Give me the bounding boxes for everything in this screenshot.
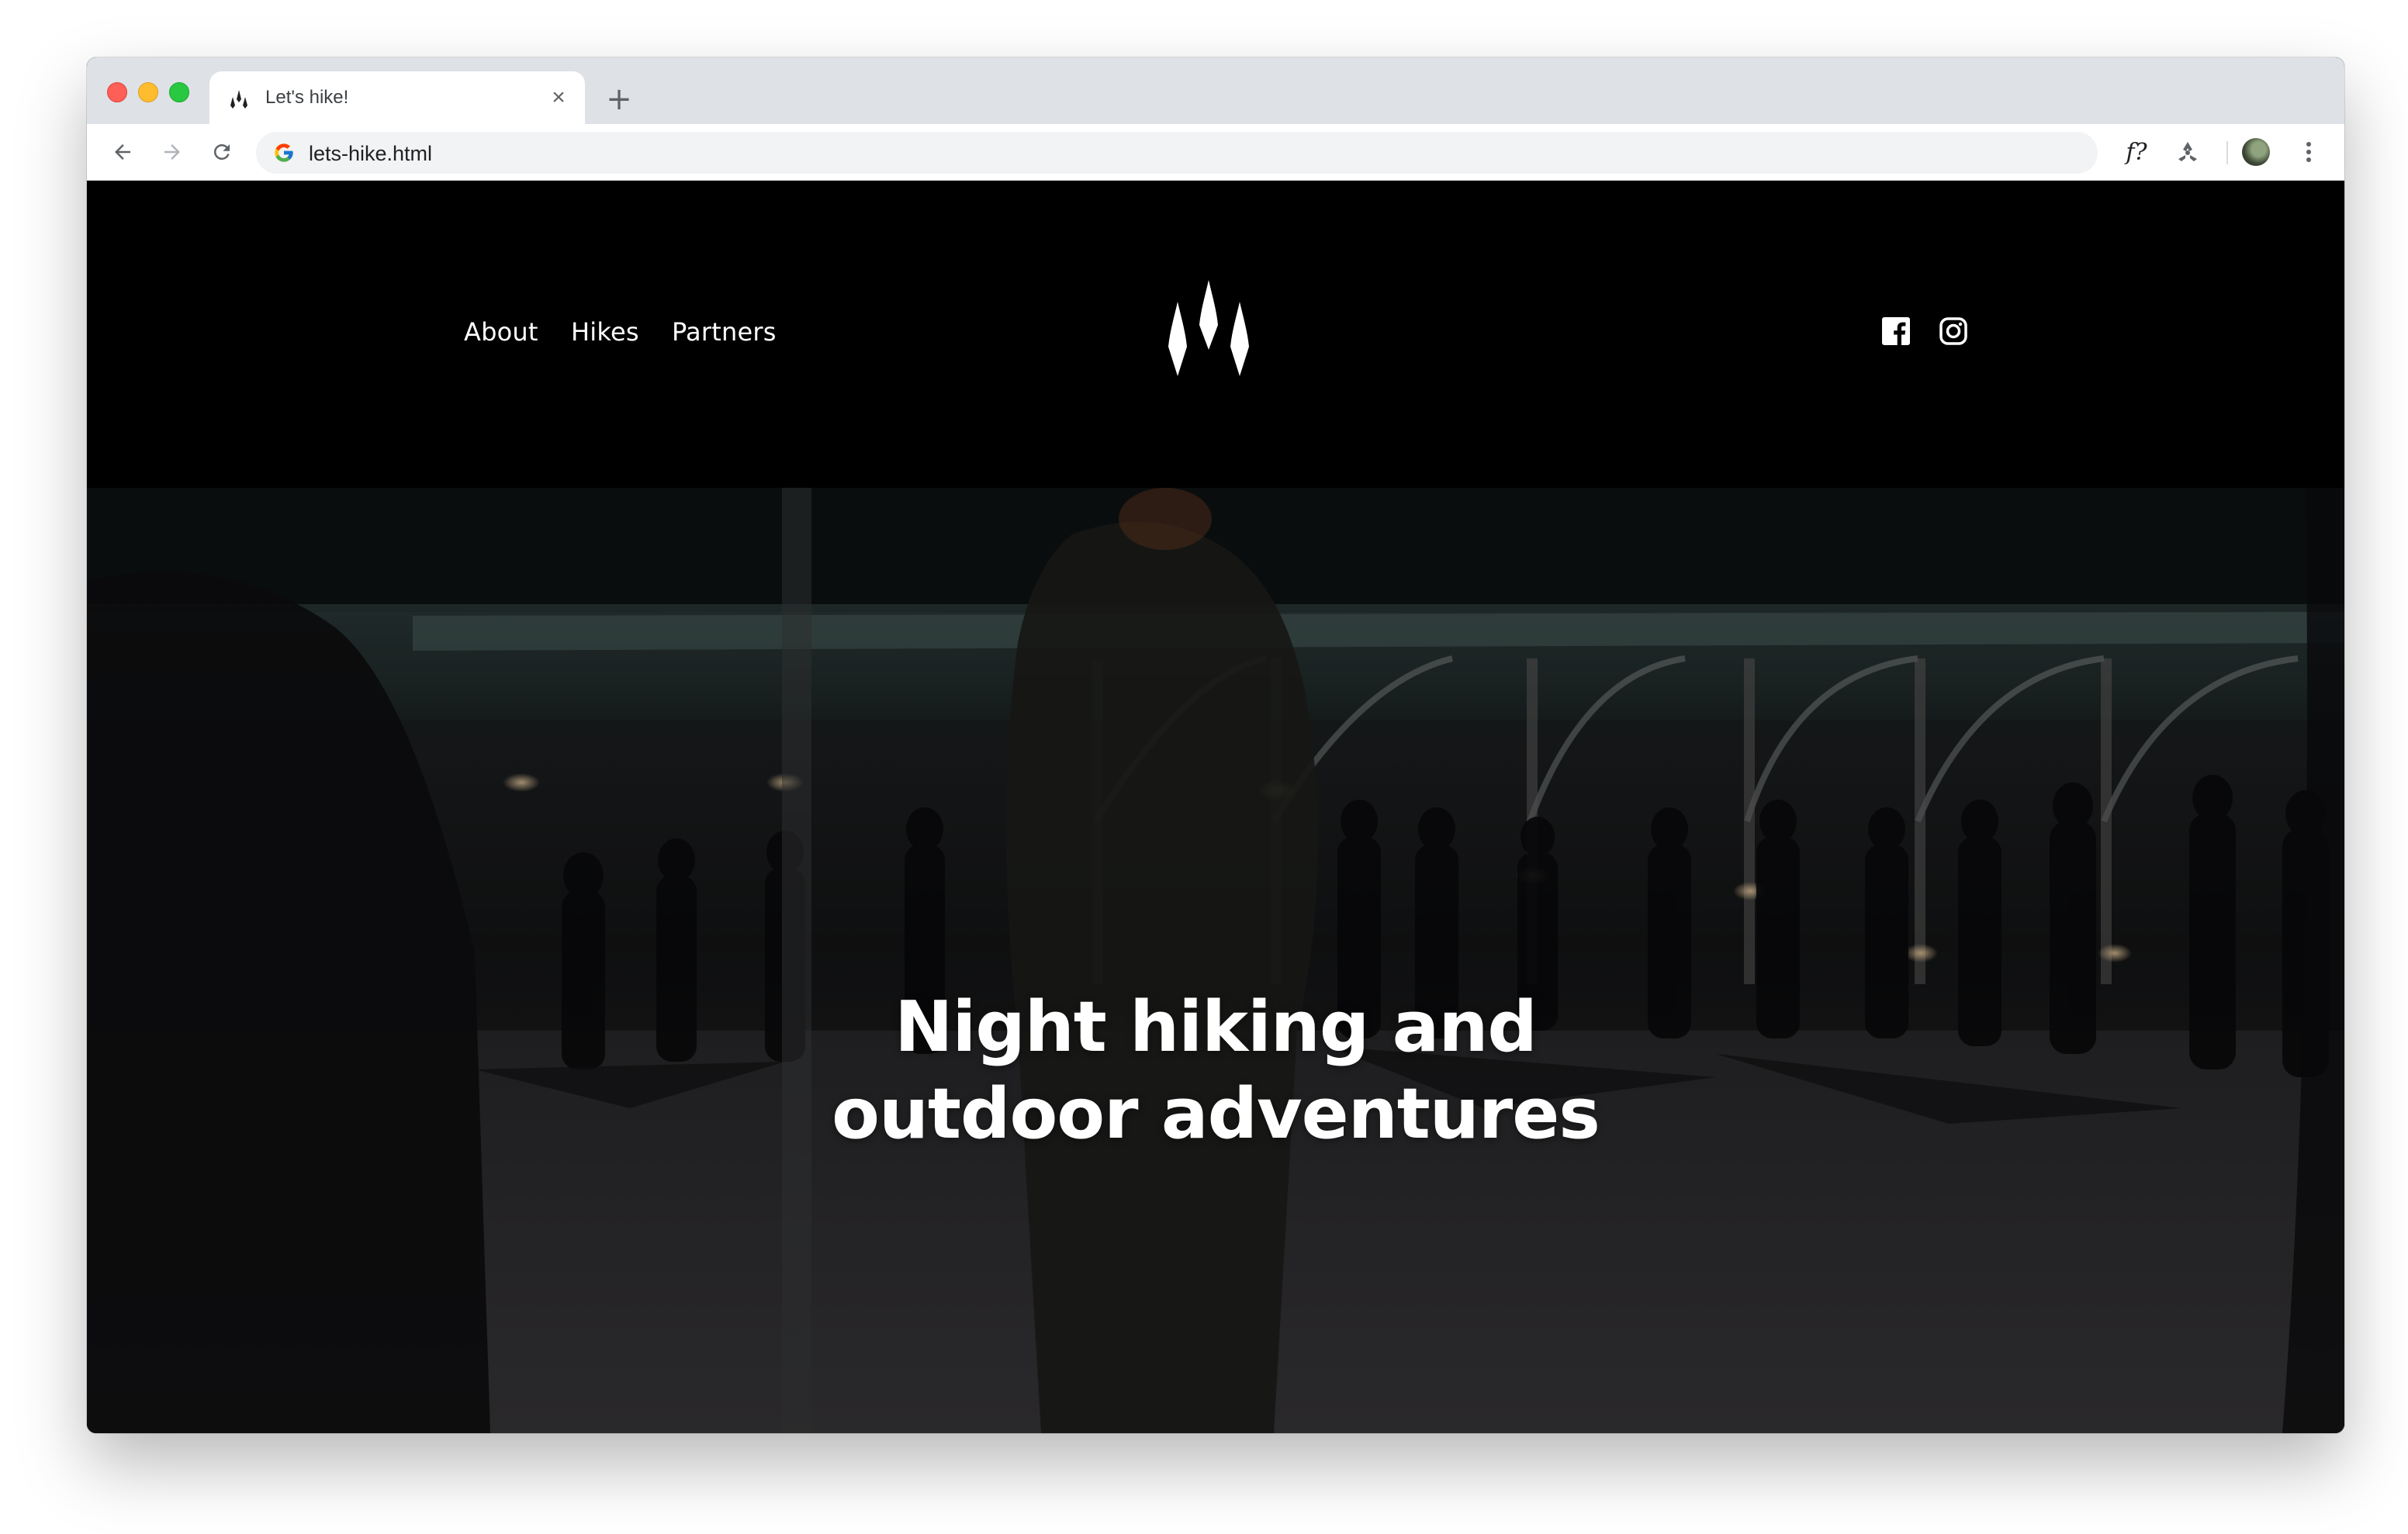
nav-link-about[interactable]: About: [464, 317, 538, 347]
browser-menu-button[interactable]: [2292, 135, 2326, 169]
back-button[interactable]: [106, 135, 140, 169]
browser-window: Let's hike! × + lets-hike.html f? About …: [87, 57, 2344, 1433]
hero-section: Night hiking and outdoor adventures: [87, 488, 2344, 1433]
instagram-icon[interactable]: [1939, 317, 1967, 345]
browser-tab-strip: Let's hike! × +: [87, 57, 2344, 124]
facebook-icon[interactable]: [1882, 317, 1910, 345]
nav-link-partners[interactable]: Partners: [672, 317, 777, 347]
site-header: About Hikes Partners: [87, 181, 2344, 488]
biohazard-extension-button[interactable]: [2171, 135, 2205, 169]
forward-button[interactable]: [155, 135, 189, 169]
three-flames-logo[interactable]: [1167, 280, 1251, 376]
maximize-window-button[interactable]: [169, 82, 189, 102]
nav-link-hikes[interactable]: Hikes: [571, 317, 639, 347]
browser-toolbar: lets-hike.html f?: [87, 124, 2344, 181]
google-icon: [275, 143, 293, 162]
font-extension-button[interactable]: f?: [2119, 135, 2154, 169]
new-tab-button[interactable]: +: [604, 84, 635, 115]
close-window-button[interactable]: [107, 82, 127, 102]
browser-tab-active[interactable]: Let's hike! ×: [209, 71, 585, 124]
hero-background-photo: [87, 488, 2344, 1433]
font-extension-label: f?: [2126, 138, 2147, 166]
minimize-window-button[interactable]: [138, 82, 158, 102]
tab-close-button[interactable]: ×: [546, 85, 571, 110]
reload-icon: [213, 143, 230, 160]
page-viewport: About Hikes Partners Night hiking and ou…: [87, 181, 2344, 1433]
url-text: lets-hike.html: [309, 142, 433, 165]
hero-title: Night hiking and outdoor adventures: [87, 984, 2344, 1158]
hero-title-line-2: outdoor adventures: [832, 1073, 1600, 1156]
biohazard-extension-icon: [2178, 142, 2197, 161]
toolbar-divider: [2226, 141, 2228, 164]
back-arrow-icon: [115, 144, 130, 160]
profile-avatar[interactable]: [2242, 138, 2270, 166]
tab-favicon-icon: [230, 90, 247, 109]
forward-arrow-icon: [164, 144, 180, 160]
address-bar[interactable]: lets-hike.html: [256, 132, 2098, 174]
tab-title: Let's hike!: [265, 87, 349, 108]
reload-button[interactable]: [205, 135, 239, 169]
hero-title-line-1: Night hiking and: [894, 986, 1538, 1069]
kebab-menu-icon: [2306, 142, 2311, 162]
